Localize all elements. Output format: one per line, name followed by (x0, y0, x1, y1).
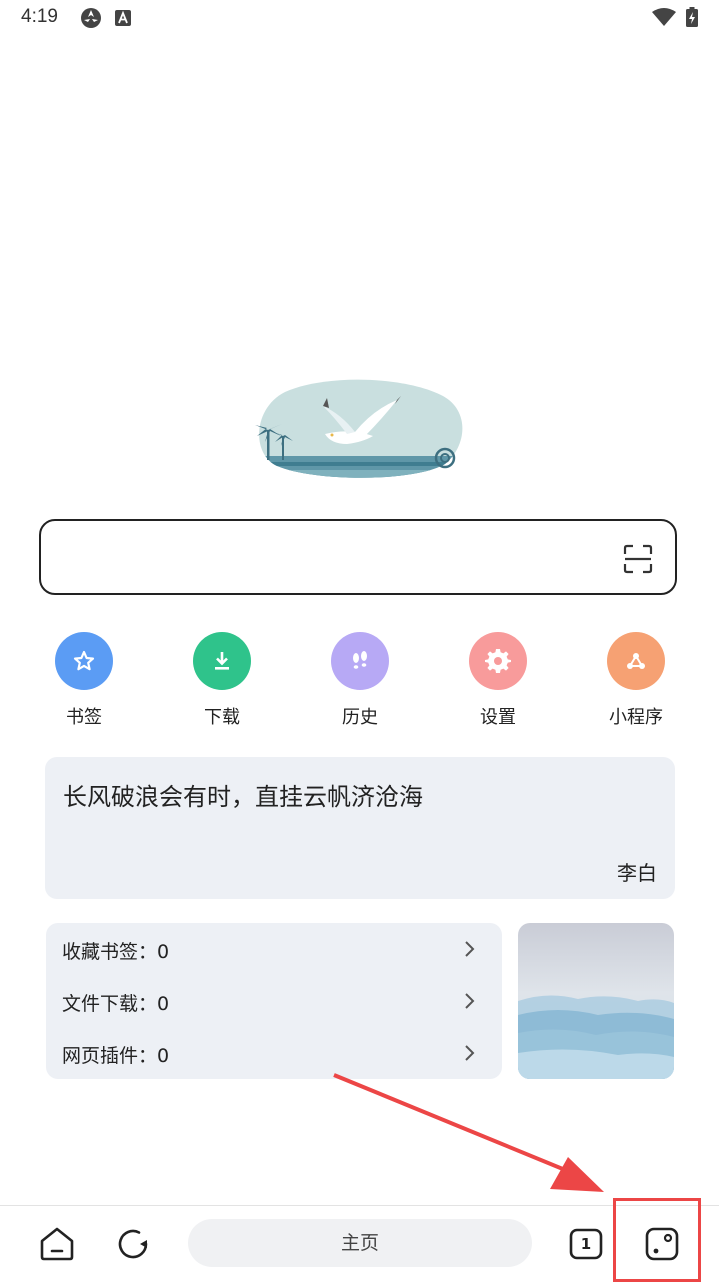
wifi-icon (652, 8, 676, 26)
download-icon (193, 632, 251, 690)
highlight-box (613, 1198, 701, 1282)
chevron-right-icon (465, 1045, 475, 1061)
stat-row-downloads[interactable]: 文件下载：0 (62, 981, 482, 1021)
notification-a-icon (115, 10, 131, 26)
quote-text: 长风破浪会有时，直挂云帆济沧海 (63, 783, 423, 811)
scan-icon[interactable] (623, 544, 653, 574)
shortcut-downloads[interactable]: 下载 (162, 632, 282, 729)
tabs-button[interactable]: 1 (566, 1224, 606, 1264)
status-bar: 4:19 (0, 0, 719, 40)
shortcut-label: 历史 (342, 707, 378, 728)
status-time: 4:19 (21, 6, 58, 27)
shortcut-label: 小程序 (609, 707, 663, 728)
stats-card: 收藏书签：0 文件下载：0 网页插件：0 (46, 923, 502, 1079)
shortcut-label: 书签 (66, 707, 102, 728)
refresh-icon[interactable] (114, 1224, 154, 1264)
star-icon (55, 632, 113, 690)
stat-label: 收藏书签：0 (62, 941, 170, 963)
shortcut-label: 设置 (480, 707, 516, 728)
stat-label: 文件下载：0 (62, 993, 170, 1015)
shortcut-mini-programs[interactable]: 小程序 (576, 632, 696, 729)
browser-logo (255, 378, 465, 482)
stat-label: 网页插件：0 (62, 1045, 170, 1067)
chevron-right-icon (465, 941, 475, 957)
daily-quote-card[interactable]: 长风破浪会有时，直挂云帆济沧海 李白 (45, 757, 675, 899)
search-input[interactable] (39, 519, 677, 595)
quote-author: 李白 (617, 861, 657, 885)
shortcut-history[interactable]: 历史 (300, 632, 420, 729)
stat-row-plugins[interactable]: 网页插件：0 (62, 1033, 482, 1073)
chevron-right-icon (465, 993, 475, 1009)
address-bar-home[interactable]: 主页 (188, 1219, 532, 1267)
mini-program-icon (607, 632, 665, 690)
shortcut-bookmarks[interactable]: 书签 (24, 632, 144, 729)
browser-app-icon (81, 8, 101, 28)
gear-icon (469, 632, 527, 690)
stat-row-bookmarks[interactable]: 收藏书签：0 (62, 929, 482, 969)
footprints-icon (331, 632, 389, 690)
battery-icon (686, 7, 698, 27)
bottom-navigation-bar: 主页 1 (0, 1205, 719, 1284)
tab-count: 1 (580, 1235, 592, 1253)
shortcut-settings[interactable]: 设置 (438, 632, 558, 729)
shortcut-label: 下载 (204, 707, 240, 728)
home-icon[interactable] (37, 1224, 77, 1264)
wallpaper-thumbnail[interactable] (518, 923, 674, 1079)
